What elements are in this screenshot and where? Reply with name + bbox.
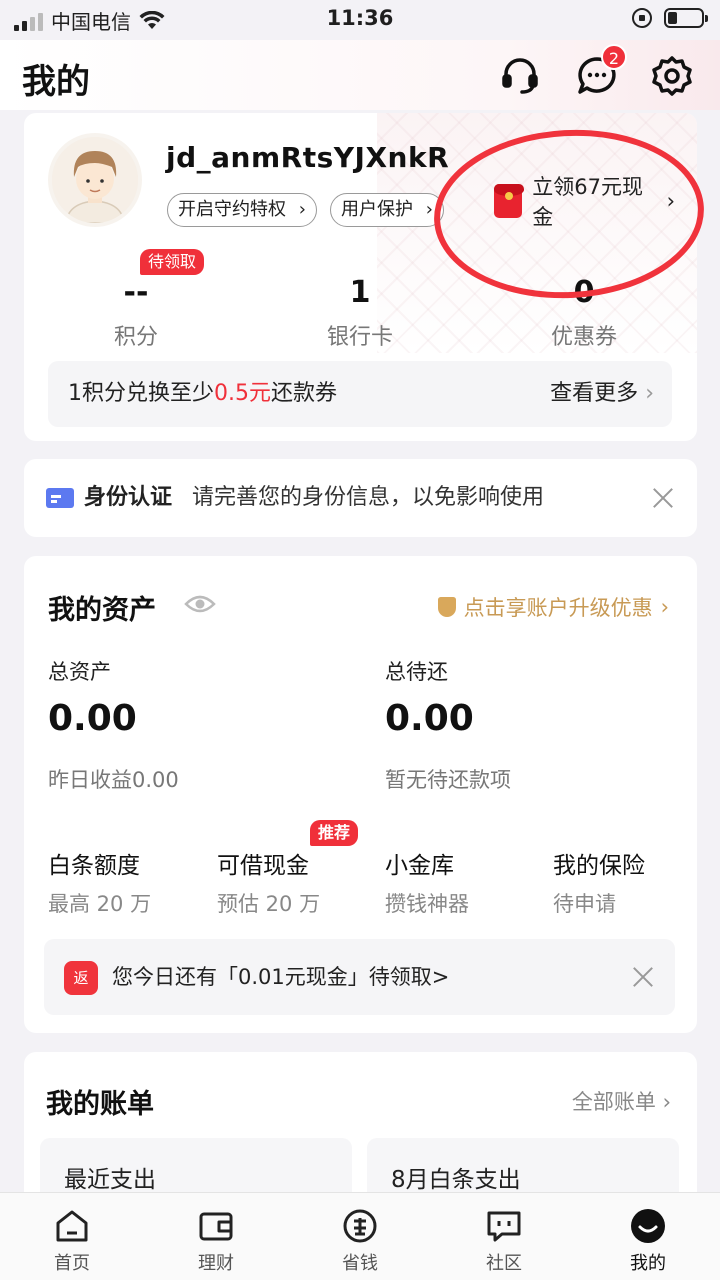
- recent-spending-label: 最近支出: [64, 1167, 156, 1193]
- customer-service-icon[interactable]: [498, 54, 542, 98]
- bills-title: 我的账单: [46, 1089, 154, 1120]
- all-bills-label: 全部账单: [571, 1090, 656, 1114]
- view-more-label: 查看更多: [550, 381, 639, 406]
- status-bar: 中国电信 11:36: [0, 0, 720, 40]
- exchange-prefix: 1积分兑换至少: [68, 381, 214, 406]
- cashback-icon: 返: [64, 961, 98, 995]
- service-sub: 待申请: [553, 892, 616, 916]
- message-badge: 2: [601, 44, 627, 70]
- stat-bank-cards[interactable]: 1 银行卡: [248, 273, 472, 351]
- user-card: jd_anmRtsYJXnkR 开启守约特权 › 用户保护 › 立领67元现金 …: [24, 113, 697, 441]
- page-title: 我的: [22, 62, 90, 102]
- close-icon[interactable]: [652, 487, 674, 509]
- points-exchange-banner[interactable]: 1积分兑换至少0.5元还款券 查看更多 ›: [48, 361, 672, 427]
- bank-cards-label: 银行卡: [326, 325, 393, 350]
- service-insurance[interactable]: 我的保险 待申请: [553, 846, 703, 918]
- status-right: [632, 8, 708, 28]
- service-title: 小金库: [385, 853, 454, 879]
- service-sub: 预估 20 万: [217, 892, 321, 916]
- tab-finance[interactable]: 理财: [144, 1193, 288, 1280]
- username: jd_anmRtsYJXnkR: [166, 141, 450, 174]
- recommend-badge: 推荐: [310, 820, 359, 846]
- coupons-value: 0: [573, 275, 595, 310]
- pending-claim-badge: 待领取: [140, 249, 205, 275]
- promise-privilege-chip[interactable]: 开启守约特权 ›: [167, 193, 317, 227]
- upgrade-label: 点击享账户升级优惠: [463, 596, 653, 620]
- id-card-icon: [46, 488, 74, 508]
- chevron-right-icon: ›: [660, 595, 669, 619]
- community-icon: [487, 1211, 521, 1242]
- profile-icon: [631, 1209, 665, 1243]
- avatar[interactable]: [52, 137, 138, 223]
- service-sub: 最高 20 万: [48, 892, 152, 916]
- no-due-text: 暂无待还款项: [385, 768, 511, 792]
- cash-offer-button[interactable]: 立领67元现金 ›: [482, 175, 697, 229]
- user-protection-label: 用户保护: [341, 199, 413, 220]
- chevron-right-icon: ›: [662, 1090, 671, 1114]
- home-icon: [56, 1210, 88, 1242]
- exchange-suffix: 还款券: [271, 381, 338, 406]
- cash-reward-banner[interactable]: 返 您今日还有「0.01元现金」待领取>: [44, 939, 675, 1015]
- tab-community[interactable]: 社区: [432, 1193, 576, 1280]
- user-protection-chip[interactable]: 用户保护 ›: [330, 193, 444, 227]
- identity-title: 身份认证: [84, 485, 173, 510]
- service-baitiao[interactable]: 白条额度 最高 20 万: [48, 846, 198, 918]
- total-due-label: 总待还: [385, 660, 448, 684]
- close-icon[interactable]: [632, 966, 654, 988]
- tab-save-money[interactable]: 省钱: [288, 1193, 432, 1280]
- tab-label: 我的: [630, 1253, 666, 1274]
- service-vault[interactable]: 小金库 攒钱神器: [385, 846, 535, 918]
- total-assets-value[interactable]: 0.00: [48, 698, 137, 739]
- total-due-value[interactable]: 0.00: [385, 698, 474, 739]
- service-title: 我的保险: [553, 853, 645, 879]
- view-more-link[interactable]: 查看更多 ›: [550, 361, 654, 427]
- assets-card: 我的资产 点击享账户升级优惠 › 总资产 0.00 昨日收益0.00 总待还 0…: [24, 556, 697, 1033]
- tab-label: 理财: [198, 1253, 234, 1274]
- tab-home[interactable]: 首页: [0, 1193, 144, 1280]
- service-borrow-cash[interactable]: 可借现金 预估 20 万: [217, 846, 367, 918]
- tab-label: 首页: [54, 1253, 90, 1274]
- chevron-right-icon: ›: [666, 189, 675, 213]
- shield-icon: [437, 597, 456, 617]
- clock: 11:36: [326, 6, 394, 30]
- upgrade-link[interactable]: 点击享账户升级优惠 ›: [437, 592, 669, 622]
- promise-privilege-label: 开启守约特权: [178, 199, 286, 220]
- tab-profile[interactable]: 我的: [576, 1193, 720, 1280]
- service-title: 可借现金: [217, 853, 309, 879]
- page-header: 我的 2: [0, 40, 720, 110]
- exchange-amount: 0.5元: [214, 381, 271, 406]
- total-assets-label: 总资产: [48, 660, 111, 684]
- august-baitiao-label: 8月白条支出: [391, 1167, 521, 1193]
- service-title: 白条额度: [48, 853, 140, 879]
- identity-banner[interactable]: 身份认证 请完善您的身份信息，以免影响使用: [24, 459, 697, 537]
- chevron-right-icon: ›: [425, 199, 433, 220]
- settings-gear-icon[interactable]: [650, 54, 694, 98]
- battery-icon: [664, 8, 708, 28]
- service-sub: 攒钱神器: [385, 892, 469, 916]
- yesterday-earnings: 昨日收益0.00: [48, 768, 179, 792]
- bottom-tab-bar: 首页 理财 省钱 社区 我的: [0, 1192, 720, 1280]
- stat-coupons[interactable]: 0 优惠券: [472, 273, 696, 351]
- chevron-right-icon: ›: [298, 199, 306, 220]
- points-label: 积分: [113, 325, 158, 350]
- eye-icon[interactable]: [184, 593, 216, 615]
- wallet-icon: [199, 1212, 233, 1241]
- rotation-lock-icon: [632, 8, 652, 28]
- bank-cards-value: 1: [349, 275, 371, 310]
- stat-points[interactable]: -- 积分: [24, 273, 248, 351]
- cash-offer-label: 立领67元现金: [532, 175, 644, 229]
- points-value: --: [123, 275, 149, 310]
- tab-label: 社区: [486, 1253, 522, 1274]
- chevron-right-icon: ›: [645, 381, 654, 406]
- message-icon[interactable]: 2: [575, 44, 627, 98]
- reward-text: 您今日还有「0.01元现金」待领取>: [112, 965, 450, 989]
- tab-label: 省钱: [342, 1253, 378, 1274]
- save-money-icon: [343, 1209, 377, 1243]
- red-packet-icon: [494, 184, 525, 218]
- all-bills-link[interactable]: 全部账单 ›: [572, 1086, 671, 1116]
- assets-title: 我的资产: [48, 595, 156, 626]
- exchange-text: 1积分兑换至少0.5元还款券: [68, 361, 337, 427]
- coupons-label: 优惠券: [550, 325, 617, 350]
- identity-desc: 请完善您的身份信息，以免影响使用: [192, 485, 545, 510]
